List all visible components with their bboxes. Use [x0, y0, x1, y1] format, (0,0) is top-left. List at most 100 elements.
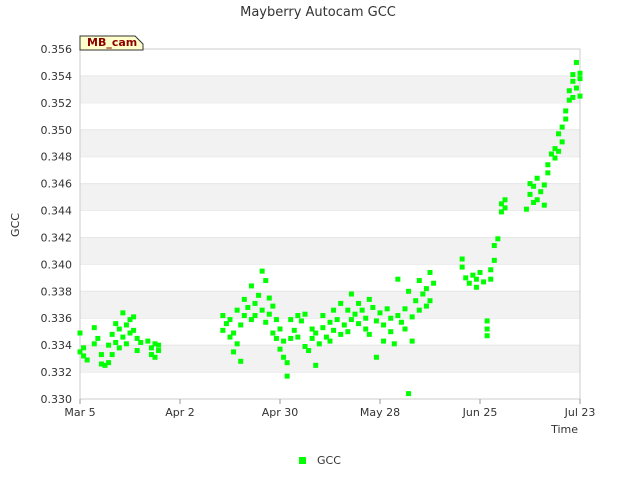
gcc-point — [370, 304, 376, 310]
gcc-point — [423, 286, 429, 292]
gcc-point — [134, 348, 140, 354]
gcc-point — [373, 354, 379, 360]
gcc-point — [395, 276, 401, 282]
gcc-point — [502, 197, 508, 203]
gcc-point — [381, 338, 387, 344]
gcc-point — [523, 206, 529, 212]
gcc-point — [538, 189, 544, 195]
gcc-point — [313, 330, 319, 336]
gcc-point — [466, 280, 472, 286]
y-tick-label: 0.354 — [41, 70, 73, 83]
gcc-point — [113, 321, 119, 327]
gcc-point — [109, 352, 115, 358]
y-tick-label: 0.342 — [41, 231, 73, 244]
gcc-point — [302, 311, 308, 317]
gcc-point — [406, 391, 412, 397]
chart-title: Mayberry Autocam GCC — [240, 5, 396, 20]
gcc-point — [138, 339, 144, 345]
gcc-point — [234, 341, 240, 347]
gcc-point — [556, 131, 562, 137]
gcc-point — [259, 307, 265, 313]
x-tick-label: Mar 5 — [64, 406, 95, 419]
gcc-point — [352, 311, 358, 317]
gcc-point — [91, 341, 97, 347]
gcc-point — [381, 322, 387, 328]
gcc-point — [306, 348, 312, 354]
gcc-point — [563, 116, 569, 122]
gcc-point — [123, 341, 129, 347]
gcc-point — [281, 354, 287, 360]
gcc-point — [259, 268, 265, 274]
gcc-point — [366, 296, 372, 302]
gcc-point — [541, 182, 547, 188]
gcc-point — [266, 311, 272, 317]
gcc-point — [495, 236, 501, 242]
x-axis: Mar 5 Apr 2 Apr 30 May 28 Jun 25 Jul 23 — [64, 399, 595, 419]
gcc-point — [156, 342, 162, 348]
gcc-point — [338, 300, 344, 306]
gcc-point — [220, 327, 226, 333]
gcc-point — [123, 322, 129, 328]
gcc-point — [248, 283, 254, 289]
gcc-point — [273, 317, 279, 323]
y-tick-label: 0.338 — [41, 285, 73, 298]
gcc-point — [334, 317, 340, 323]
legend: GCC — [299, 454, 341, 467]
gcc-point — [545, 162, 551, 168]
gcc-point — [91, 325, 97, 331]
gcc-point — [473, 284, 479, 290]
gcc-point — [156, 348, 162, 354]
gcc-point — [491, 257, 497, 263]
gcc-point — [288, 335, 294, 341]
gcc-point — [116, 345, 122, 351]
y-axis: 0.330 0.332 0.334 0.336 0.338 0.340 0.342 0.344… — [41, 43, 73, 406]
gcc-point — [573, 59, 579, 65]
gcc-point — [406, 288, 412, 294]
gcc-point — [356, 300, 362, 306]
gcc-point — [573, 85, 579, 91]
gcc-point — [488, 267, 494, 273]
gcc-point — [388, 329, 394, 335]
gcc-point — [263, 319, 269, 325]
gcc-point — [577, 76, 583, 82]
gcc-point — [238, 322, 244, 328]
gcc-point — [345, 307, 351, 313]
gcc-point — [384, 306, 390, 312]
gcc-point — [331, 327, 337, 333]
y-tick-label: 0.334 — [41, 339, 73, 352]
gcc-point — [484, 326, 490, 332]
gcc-point — [559, 124, 565, 130]
y-tick-label: 0.348 — [41, 151, 73, 164]
gcc-point — [113, 339, 119, 345]
gcc-point — [295, 334, 301, 340]
gcc-point — [109, 331, 115, 337]
x-tick-label: Jul 23 — [564, 406, 596, 419]
gcc-point — [273, 335, 279, 341]
gcc-point — [327, 319, 333, 325]
gcc-point — [534, 197, 540, 203]
gcc-point — [431, 280, 437, 286]
gcc-point — [281, 338, 287, 344]
gcc-point — [348, 291, 354, 297]
y-tick-label: 0.340 — [41, 258, 73, 271]
gcc-point — [245, 304, 251, 310]
chart: Mayberry Autocam GCC 0.3300.3320.3340.33… — [9, 5, 595, 467]
gcc-point — [402, 326, 408, 332]
gcc-point — [552, 155, 558, 161]
gcc-point — [463, 275, 469, 281]
site-badge: MB_cam — [79, 35, 144, 51]
gcc-point — [416, 278, 422, 284]
y-tick-label: 0.330 — [41, 393, 73, 406]
gcc-point — [398, 319, 404, 325]
gcc-point — [277, 326, 283, 332]
gcc-point — [481, 279, 487, 285]
gcc-point — [313, 362, 319, 368]
gcc-point — [395, 313, 401, 319]
gcc-point — [484, 318, 490, 324]
grid-band — [80, 129, 580, 157]
gcc-point — [98, 352, 104, 358]
x-tick-label: Jun 25 — [462, 406, 498, 419]
gcc-point — [563, 108, 569, 114]
gcc-point — [231, 349, 237, 355]
gcc-point — [231, 330, 237, 336]
